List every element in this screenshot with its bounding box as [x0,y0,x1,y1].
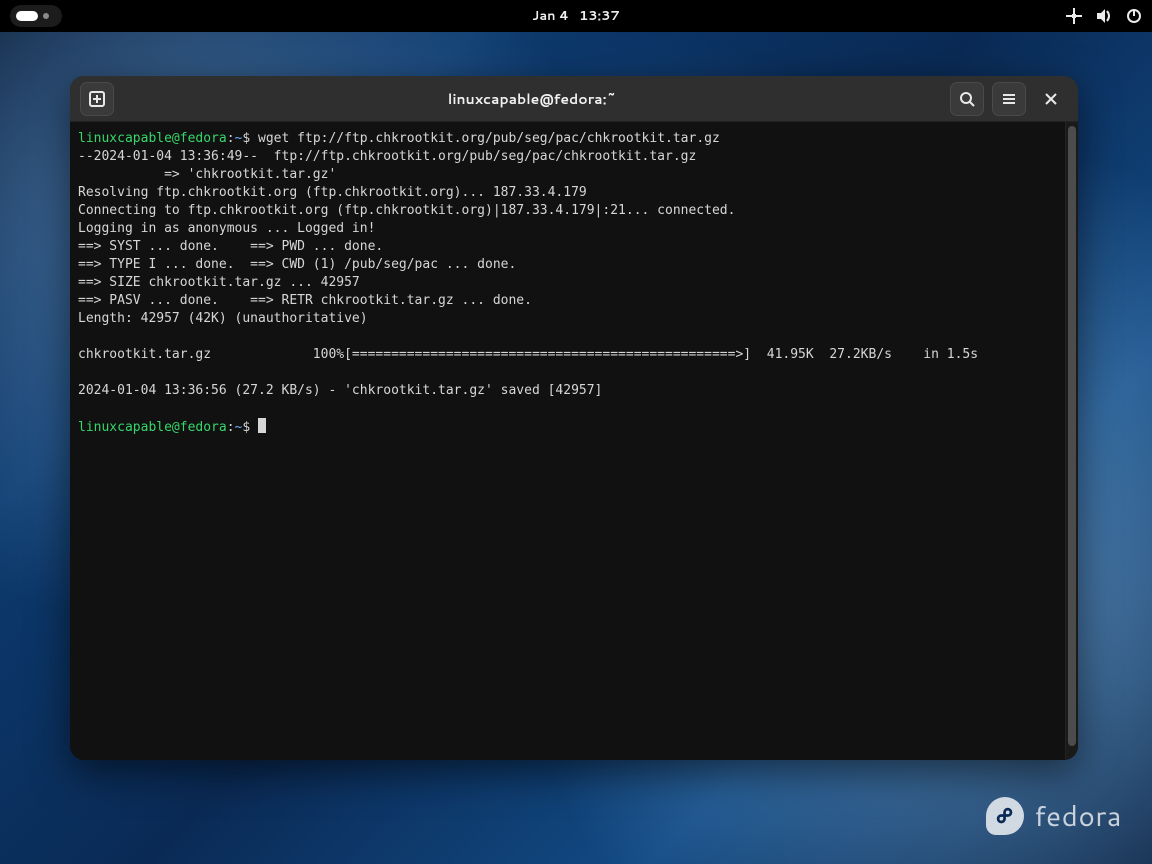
fedora-watermark: fedora [986,796,1122,836]
search-button[interactable] [950,82,984,116]
output-progress: chkrootkit.tar.gz 100%[=================… [78,347,978,362]
output-line: => 'chkrootkit.tar.gz' [78,167,336,182]
workspace-indicator-active [16,11,38,21]
output-line: Resolving ftp.chkrootkit.org (ftp.chkroo… [78,185,587,200]
gnome-topbar: Jan 4 13:37 [0,0,1152,32]
activities-button[interactable] [10,5,62,27]
prompt-symbol: $ [242,131,250,146]
output-line: Length: 42957 (42K) (unauthoritative) [78,311,368,326]
topbar-time: 13:37 [579,7,620,25]
terminal-content[interactable]: linuxcapable@fedora:~$ wget ftp://ftp.ch… [70,122,1065,760]
output-line: ==> SYST ... done. ==> PWD ... done. [78,239,383,254]
scrollbar-thumb[interactable] [1068,126,1076,746]
new-tab-button[interactable] [80,82,114,116]
prompt-colon: : [227,131,235,146]
output-line: --2024-01-04 13:36:49-- ftp://ftp.chkroo… [78,149,696,164]
topbar-date: Jan 4 [532,7,569,25]
fedora-watermark-text: fedora [1034,796,1122,836]
system-status-area[interactable] [1066,8,1142,24]
prompt-symbol: $ [242,420,250,435]
power-icon [1126,8,1142,24]
prompt-user-host: linuxcapable@fedora [78,420,227,435]
window-title: linuxcapable@fedora:~ [448,89,616,109]
prompt-user-host: linuxcapable@fedora [78,131,227,146]
output-saved: 2024-01-04 13:36:56 (27.2 KB/s) - 'chkro… [78,383,602,398]
output-line: ==> SIZE chkrootkit.tar.gz ... 42957 [78,275,360,290]
volume-icon [1096,8,1112,24]
command-text: wget ftp://ftp.chkrootkit.org/pub/seg/pa… [258,131,720,146]
output-line: ==> TYPE I ... done. ==> CWD (1) /pub/se… [78,257,516,272]
window-titlebar[interactable]: linuxcapable@fedora:~ [70,76,1078,122]
output-line: ==> PASV ... done. ==> RETR chkrootkit.t… [78,293,532,308]
prompt-colon: : [227,420,235,435]
terminal-scrollbar[interactable] [1065,122,1078,760]
fedora-logo-icon [986,797,1024,835]
output-line: Logging in as anonymous ... Logged in! [78,221,375,236]
terminal-body: linuxcapable@fedora:~$ wget ftp://ftp.ch… [70,122,1078,760]
terminal-cursor [258,418,266,433]
clock-area[interactable]: Jan 4 13:37 [532,7,620,25]
output-line: Connecting to ftp.chkrootkit.org (ftp.ch… [78,203,735,218]
terminal-window: linuxcapable@fedora:~ linuxcapable@fedor… [70,76,1078,760]
hamburger-menu-button[interactable] [992,82,1026,116]
workspace-indicator-dot [43,13,49,19]
network-icon [1066,8,1082,24]
close-button[interactable] [1034,82,1068,116]
